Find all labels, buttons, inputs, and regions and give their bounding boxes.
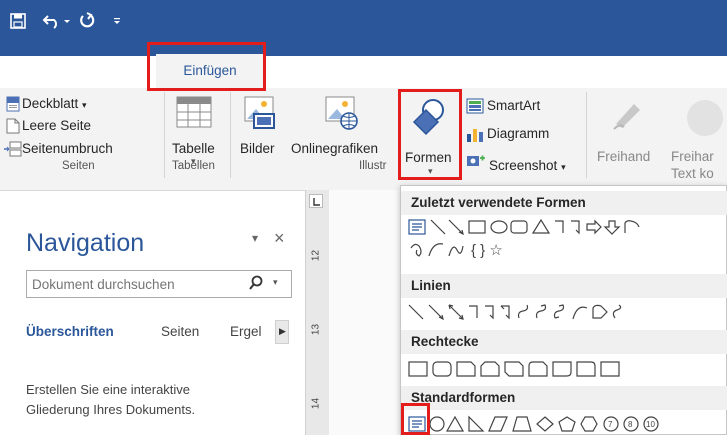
screenshot-icon (466, 152, 486, 173)
blank-page-button[interactable]: Leere Seite (22, 118, 91, 133)
svg-text:7: 7 (608, 420, 613, 429)
pictures-button[interactable]: Bilder (240, 141, 275, 156)
ink-to-text-label: Text ko (671, 166, 714, 181)
blank-page-icon (6, 118, 20, 139)
screenshot-button[interactable]: Screenshot ▾ (489, 158, 566, 173)
tab-ueberpruefen[interactable]: Überprüfen (641, 56, 709, 84)
svg-text:8: 8 (628, 420, 633, 429)
tab-selector[interactable] (309, 194, 323, 208)
recent-shapes-text: { } ☆ (471, 242, 503, 259)
page-break-icon (4, 141, 22, 162)
group-separator (230, 92, 231, 178)
basic-shapes-row[interactable]: 7 8 10 (405, 414, 725, 435)
chevron-right-icon: ▶ (279, 326, 286, 336)
table-icon[interactable] (176, 96, 212, 133)
group-label-illustrationen: Illustr (359, 160, 387, 172)
section-recent-shapes: Zuletzt verwendete Formen (401, 191, 727, 215)
table-button[interactable]: Tabelle (172, 141, 215, 156)
pen-icon (610, 96, 646, 137)
group-label-tabellen: Tabellen (172, 160, 215, 172)
tab-entwurf[interactable]: Entwurf (272, 56, 318, 84)
group-separator (586, 92, 587, 178)
smartart-button[interactable]: SmartArt (487, 98, 540, 113)
chevron-down-icon: ▾ (82, 100, 87, 110)
ruler-mark: 12 (310, 249, 322, 262)
nav-hint-line2: Gliederung Ihres Dokuments. (26, 402, 196, 417)
ink-to-text-button[interactable]: Freihar (671, 149, 714, 164)
tab-seiten[interactable]: Seiten (161, 324, 199, 339)
group-label-seiten: Seiten (62, 160, 95, 172)
chart-icon (466, 126, 484, 147)
cover-page-icon (6, 96, 20, 117)
lines-row[interactable] (405, 302, 725, 324)
chevron-down-icon: ▾ (561, 162, 566, 172)
smartart-icon (466, 98, 484, 119)
nav-hint-line1: Erstellen Sie eine interaktive (26, 382, 191, 397)
customize-qat-icon[interactable] (110, 8, 124, 34)
ink-button[interactable]: Freihand (597, 149, 650, 164)
navigation-title: Navigation (26, 229, 145, 257)
search-box[interactable]: ▾ (26, 270, 292, 298)
save-icon[interactable] (8, 8, 28, 34)
section-lines: Linien (401, 274, 727, 298)
cover-page-label: Deckblatt (22, 96, 79, 111)
ruler-mark: 13 (310, 323, 322, 336)
tab-verweise[interactable]: Verweise (436, 56, 491, 84)
svg-text:10: 10 (646, 420, 655, 429)
redo-icon[interactable] (76, 8, 98, 34)
tab-ueberschriften[interactable]: Überschriften (26, 324, 114, 339)
tab-start[interactable]: Start (107, 56, 136, 84)
group-separator (164, 92, 165, 178)
chart-button[interactable]: Diagramm (487, 126, 549, 141)
pane-options-icon[interactable]: ▾ (252, 231, 258, 245)
shapes-gallery: Zuletzt verwendete Formen { } ☆ Linien R… (400, 185, 727, 435)
chevron-down-icon: ▾ (428, 166, 433, 176)
pictures-icon[interactable] (244, 96, 278, 135)
screenshot-label: Screenshot (489, 158, 558, 173)
search-dropdown-icon[interactable]: ▾ (273, 277, 278, 288)
tab-layout[interactable]: Layout (355, 56, 396, 84)
undo-dropdown-icon[interactable] (62, 8, 72, 34)
cover-page-button[interactable]: Deckblatt ▾ (22, 96, 87, 111)
ink-to-text-icon (683, 98, 727, 143)
online-pictures-icon[interactable] (325, 96, 359, 135)
tab-datei[interactable]: Datei (26, 56, 58, 84)
tabs-scroll-right[interactable]: ▶ (275, 320, 289, 344)
search-input[interactable] (27, 271, 237, 297)
page-break-button[interactable]: Seitenumbruch (22, 141, 113, 156)
shapes-button[interactable]: Formen (405, 150, 452, 165)
recent-shapes-row[interactable]: { } ☆ (405, 218, 725, 262)
shapes-icon[interactable] (408, 98, 448, 143)
online-pictures-button[interactable]: Onlinegrafiken (291, 141, 378, 156)
close-icon[interactable]: × (274, 228, 285, 249)
navigation-pane (0, 190, 305, 435)
ruler-mark: 14 (310, 397, 322, 410)
tab-einfuegen[interactable]: Einfügen (156, 54, 264, 88)
tab-ergebnisse[interactable]: Ergel (230, 324, 262, 339)
section-rectangles: Rechtecke (401, 330, 727, 354)
section-basic-shapes: Standardformen (401, 386, 727, 410)
undo-icon[interactable] (40, 8, 64, 34)
rectangles-row[interactable] (405, 358, 725, 380)
tab-sendungen[interactable]: Sendungen (530, 56, 599, 84)
search-icon[interactable] (249, 275, 263, 296)
